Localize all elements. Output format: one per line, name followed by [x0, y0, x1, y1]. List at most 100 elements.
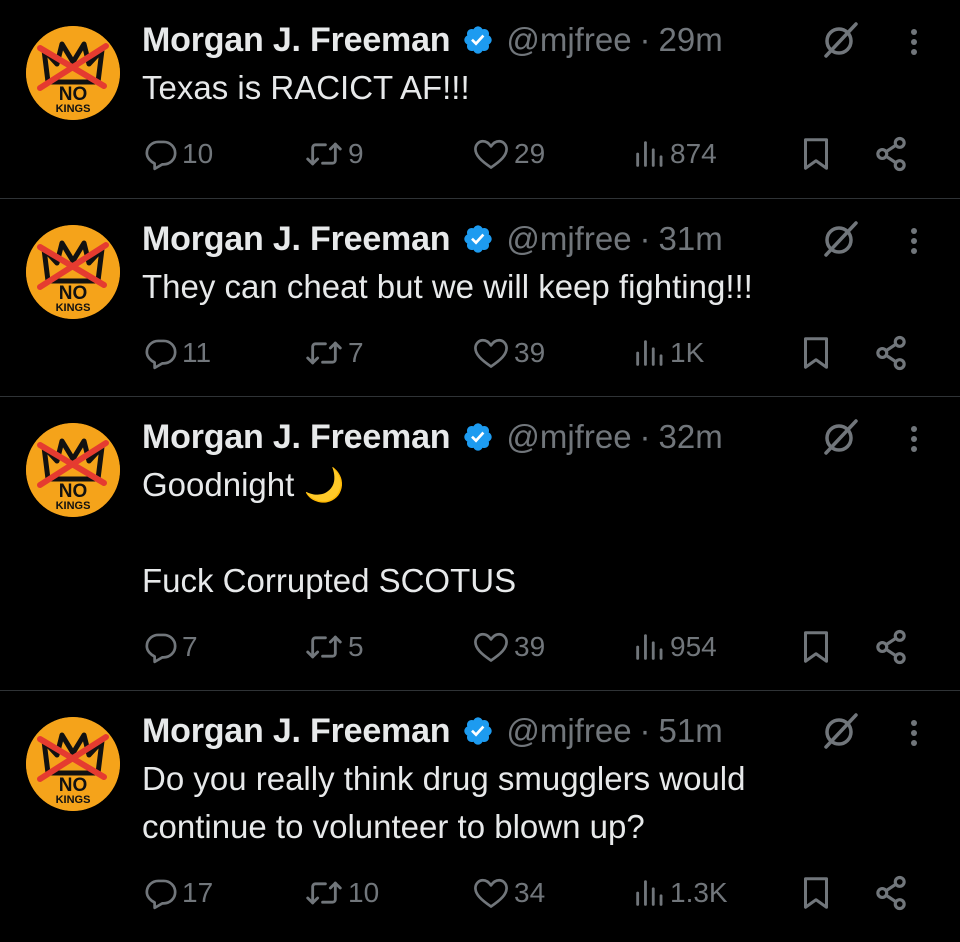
- svg-text:NO: NO: [59, 283, 88, 304]
- no-kings-logo-icon: NO KINGS: [26, 423, 120, 517]
- retweet-button[interactable]: 9: [304, 132, 364, 176]
- grok-icon[interactable]: [818, 217, 862, 261]
- reply-count: 7: [182, 631, 198, 662]
- display-name[interactable]: Morgan J. Freeman: [142, 220, 451, 259]
- like-button[interactable]: 29: [472, 132, 545, 176]
- avatar[interactable]: NO KINGS: [26, 423, 120, 517]
- verified-badge-icon[interactable]: [462, 715, 494, 747]
- svg-text:KINGS: KINGS: [56, 302, 91, 314]
- user-handle[interactable]: @mjfree: [506, 21, 631, 59]
- separator-dot: ·: [639, 21, 651, 58]
- retweet-icon: [306, 341, 342, 365]
- verified-badge-icon[interactable]: [462, 421, 494, 453]
- views-icon: [636, 634, 663, 660]
- views-button[interactable]: 954: [632, 625, 717, 669]
- views-count: 954: [670, 631, 717, 662]
- svg-text:NO: NO: [59, 84, 88, 105]
- bookmark-button[interactable]: [798, 871, 834, 915]
- svg-text:KINGS: KINGS: [56, 794, 91, 806]
- reply-icon: [145, 633, 177, 664]
- reply-button[interactable]: 7: [144, 625, 198, 669]
- reply-icon: [145, 339, 177, 370]
- grok-icon[interactable]: [818, 18, 862, 62]
- tweet[interactable]: NO KINGS Morgan J. Freeman @mjfree · 31m…: [0, 198, 960, 396]
- bookmark-button[interactable]: [798, 625, 834, 669]
- user-handle[interactable]: @mjfree: [506, 418, 631, 456]
- share-icon: [876, 136, 906, 172]
- more-icon[interactable]: [898, 417, 930, 461]
- share-button[interactable]: [872, 871, 910, 915]
- retweet-button[interactable]: 10: [304, 871, 379, 915]
- bookmark-button[interactable]: [798, 331, 834, 375]
- share-button[interactable]: [872, 132, 910, 176]
- retweet-count: 7: [348, 337, 364, 368]
- retweet-button[interactable]: 5: [304, 625, 364, 669]
- tweet[interactable]: NO KINGS Morgan J. Freeman @mjfree · 29m…: [0, 0, 960, 198]
- timestamp[interactable]: 32m: [659, 418, 723, 456]
- no-kings-logo-icon: NO KINGS: [26, 26, 120, 120]
- verified-badge-icon[interactable]: [462, 223, 494, 255]
- tweet-header: Morgan J. Freeman @mjfree · 51m: [142, 709, 723, 753]
- tweet-text-line: They can cheat but we will keep fighting…: [142, 268, 753, 305]
- display-name[interactable]: Morgan J. Freeman: [142, 712, 451, 751]
- display-name[interactable]: Morgan J. Freeman: [142, 21, 451, 60]
- tweet-text: Do you really think drug smugglers would…: [142, 755, 922, 851]
- avatar[interactable]: NO KINGS: [26, 717, 120, 811]
- verified-badge-icon[interactable]: [462, 24, 494, 56]
- views-count: 1.3K: [670, 877, 728, 908]
- svg-text:NO: NO: [59, 775, 88, 796]
- like-button[interactable]: 39: [472, 625, 545, 669]
- separator-dot: ·: [639, 418, 651, 455]
- retweet-count: 5: [348, 631, 364, 662]
- svg-text:NO: NO: [59, 481, 88, 502]
- bookmark-icon: [804, 138, 828, 170]
- views-count: 1K: [670, 337, 705, 368]
- retweet-count: 10: [348, 877, 380, 908]
- more-icon[interactable]: [898, 711, 930, 755]
- tweet[interactable]: NO KINGS Morgan J. Freeman @mjfree · 32m…: [0, 396, 960, 690]
- reply-count: 11: [182, 337, 212, 368]
- avatar[interactable]: NO KINGS: [26, 26, 120, 120]
- no-kings-logo-icon: NO KINGS: [26, 717, 120, 811]
- like-count: 39: [514, 337, 546, 368]
- like-button[interactable]: 34: [472, 871, 545, 915]
- tweet-header: Morgan J. Freeman @mjfree · 31m: [142, 217, 723, 261]
- more-icon[interactable]: [898, 219, 930, 263]
- timestamp[interactable]: 31m: [659, 220, 723, 258]
- reply-button[interactable]: 11: [144, 331, 211, 375]
- views-button[interactable]: 1.3K: [632, 871, 728, 915]
- reply-button[interactable]: 17: [144, 871, 213, 915]
- like-button[interactable]: 39: [472, 331, 545, 375]
- tweet[interactable]: NO KINGS Morgan J. Freeman @mjfree · 51m…: [0, 690, 960, 942]
- timestamp[interactable]: 29m: [659, 21, 723, 59]
- tweet-text-line: Do you really think drug smugglers would: [142, 760, 746, 797]
- retweet-icon: [306, 142, 342, 166]
- bookmark-button[interactable]: [798, 132, 834, 176]
- share-icon: [876, 875, 906, 911]
- tweet-text: Goodnight 🌙 Fuck Corrupted SCOTUS: [142, 461, 922, 605]
- grok-icon[interactable]: [818, 415, 862, 459]
- more-icon[interactable]: [898, 20, 930, 64]
- tweet-text: Texas is RACICT AF!!!: [142, 64, 922, 112]
- tweet-text-line: Texas is RACICT AF!!!: [142, 69, 470, 106]
- views-count: 874: [670, 138, 717, 169]
- user-handle[interactable]: @mjfree: [506, 220, 631, 258]
- views-icon: [636, 880, 663, 906]
- avatar[interactable]: NO KINGS: [26, 225, 120, 319]
- views-button[interactable]: 1K: [632, 331, 704, 375]
- retweet-icon: [306, 635, 342, 659]
- separator-dot: ·: [639, 712, 651, 749]
- timestamp[interactable]: 51m: [659, 712, 723, 750]
- share-icon: [876, 629, 906, 665]
- like-count: 34: [514, 877, 546, 908]
- views-button[interactable]: 874: [632, 132, 717, 176]
- retweet-icon: [306, 881, 342, 905]
- share-button[interactable]: [872, 331, 910, 375]
- display-name[interactable]: Morgan J. Freeman: [142, 418, 451, 457]
- user-handle[interactable]: @mjfree: [506, 712, 631, 750]
- svg-text:KINGS: KINGS: [56, 500, 91, 512]
- share-button[interactable]: [872, 625, 910, 669]
- grok-icon[interactable]: [818, 709, 862, 753]
- reply-button[interactable]: 10: [144, 132, 213, 176]
- retweet-button[interactable]: 7: [304, 331, 364, 375]
